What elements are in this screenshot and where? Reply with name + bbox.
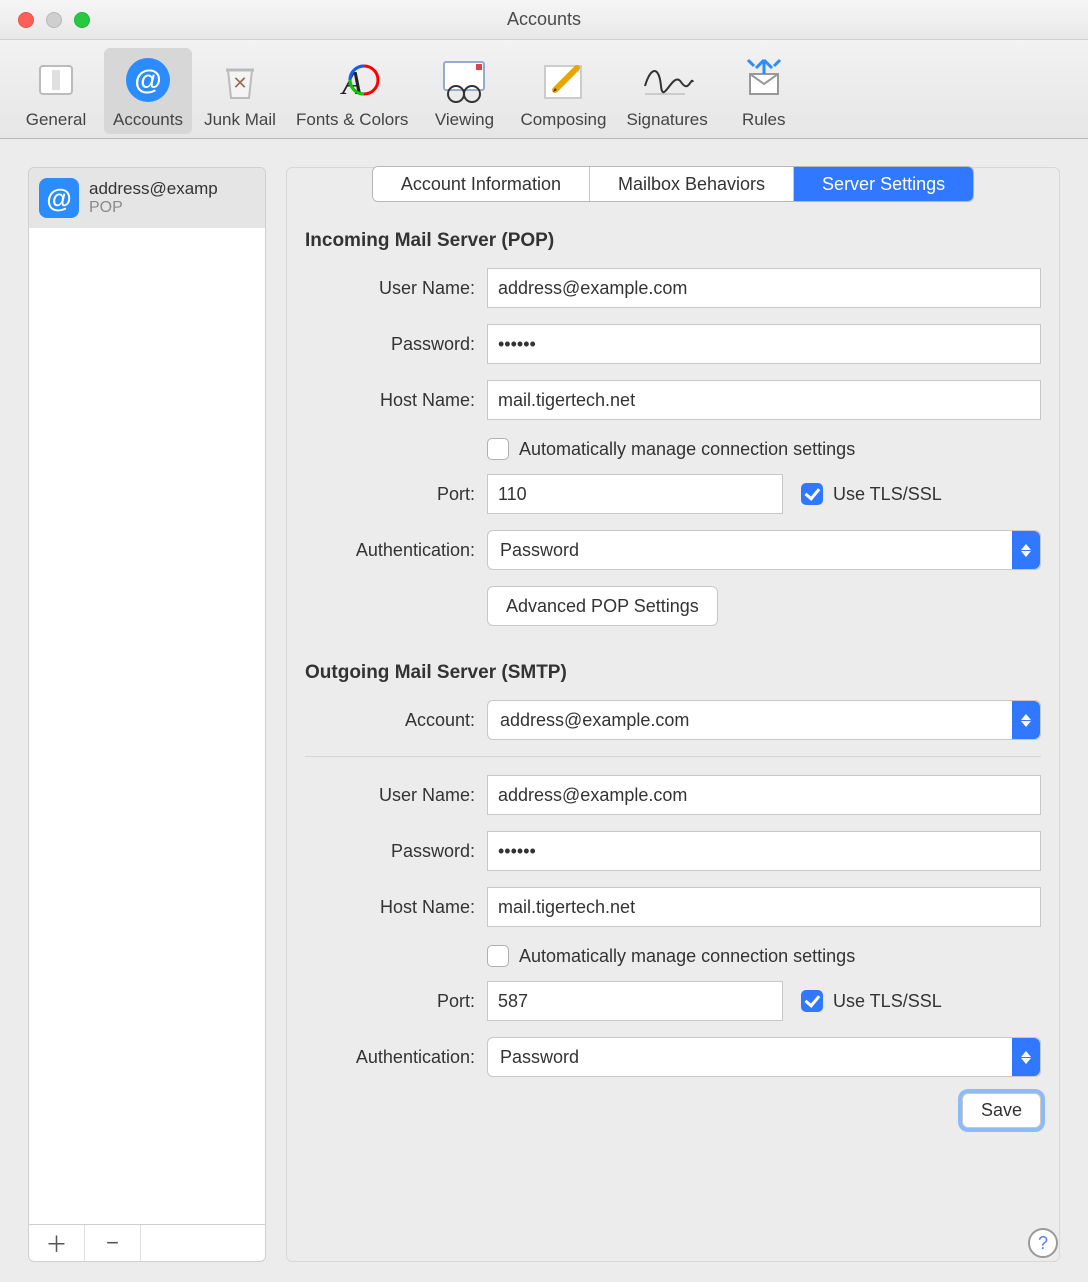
save-button[interactable]: Save <box>962 1093 1041 1128</box>
add-account-button[interactable]: ＋ <box>29 1225 85 1261</box>
fonts-colors-icon: A <box>324 52 380 108</box>
outgoing-port-input[interactable] <box>487 981 783 1021</box>
tab-bar: Account Information Mailbox Behaviors Se… <box>305 166 1041 202</box>
toolbar-accounts-label: Accounts <box>113 110 183 130</box>
toolbar-junk-mail[interactable]: ✕ Junk Mail <box>196 48 284 134</box>
divider <box>305 756 1041 757</box>
account-text: address@examp POP <box>89 179 218 217</box>
outgoing-password-label: Password: <box>305 841 475 862</box>
pencil-icon <box>535 52 591 108</box>
rules-icon <box>736 52 792 108</box>
outgoing-host-label: Host Name: <box>305 897 475 918</box>
incoming-username-label: User Name: <box>305 278 475 299</box>
outgoing-account-value: address@example.com <box>500 710 689 731</box>
window-controls <box>18 12 90 28</box>
signature-icon <box>639 52 695 108</box>
outgoing-auto-label: Automatically manage connection settings <box>519 946 855 967</box>
outgoing-account-select[interactable]: address@example.com <box>487 700 1041 740</box>
incoming-auth-value: Password <box>500 540 579 561</box>
account-type: POP <box>89 199 218 217</box>
toolbar-general[interactable]: General <box>12 48 100 134</box>
chevron-updown-icon <box>1012 531 1040 569</box>
switch-icon <box>28 52 84 108</box>
glasses-icon <box>436 52 492 108</box>
incoming-password-label: Password: <box>305 334 475 355</box>
outgoing-password-input[interactable] <box>487 831 1041 871</box>
incoming-heading: Incoming Mail Server (POP) <box>305 230 1041 252</box>
outgoing-account-label: Account: <box>305 710 475 731</box>
incoming-host-label: Host Name: <box>305 390 475 411</box>
toolbar-accounts[interactable]: @ Accounts <box>104 48 192 134</box>
tab-account-information[interactable]: Account Information <box>373 167 590 201</box>
incoming-host-input[interactable] <box>487 380 1041 420</box>
toolbar-fonts-label: Fonts & Colors <box>296 110 408 130</box>
at-icon: @ <box>39 178 79 218</box>
toolbar-viewing-label: Viewing <box>435 110 494 130</box>
titlebar: Accounts <box>0 0 1088 40</box>
incoming-password-input[interactable] <box>487 324 1041 364</box>
incoming-port-input[interactable] <box>487 474 783 514</box>
incoming-tls-label: Use TLS/SSL <box>833 484 942 505</box>
help-button[interactable]: ? <box>1028 1228 1058 1258</box>
toolbar-junk-label: Junk Mail <box>204 110 276 130</box>
sidebar-spacer <box>141 1225 265 1261</box>
outgoing-auth-label: Authentication: <box>305 1047 475 1068</box>
content-area: @ address@examp POP ＋ − Account Informat… <box>0 139 1088 1282</box>
toolbar-rules-label: Rules <box>742 110 785 130</box>
preferences-window: Accounts General @ Accounts ✕ Junk Mail … <box>0 0 1088 1282</box>
outgoing-username-label: User Name: <box>305 785 475 806</box>
tab-mailbox-behaviors[interactable]: Mailbox Behaviors <box>590 167 794 201</box>
accounts-sidebar: @ address@examp POP ＋ − <box>28 167 266 1262</box>
toolbar-viewing[interactable]: Viewing <box>420 48 508 134</box>
outgoing-heading: Outgoing Mail Server (SMTP) <box>305 662 1041 684</box>
tab-server-settings[interactable]: Server Settings <box>794 167 973 201</box>
toolbar-fonts-colors[interactable]: A Fonts & Colors <box>288 48 416 134</box>
outgoing-host-input[interactable] <box>487 887 1041 927</box>
zoom-window-button[interactable] <box>74 12 90 28</box>
incoming-auto-checkbox[interactable] <box>487 438 509 460</box>
settings-panel: Account Information Mailbox Behaviors Se… <box>286 167 1060 1262</box>
advanced-pop-settings-button[interactable]: Advanced POP Settings <box>487 586 718 626</box>
trash-icon: ✕ <box>212 52 268 108</box>
window-title: Accounts <box>0 9 1088 30</box>
svg-text:✕: ✕ <box>232 73 247 93</box>
incoming-port-label: Port: <box>305 484 475 505</box>
at-icon: @ <box>120 52 176 108</box>
incoming-auth-label: Authentication: <box>305 540 475 561</box>
preferences-toolbar: General @ Accounts ✕ Junk Mail A Fonts &… <box>0 40 1088 139</box>
outgoing-port-label: Port: <box>305 991 475 1012</box>
account-name: address@examp <box>89 179 218 199</box>
minimize-window-button[interactable] <box>46 12 62 28</box>
remove-account-button[interactable]: − <box>85 1225 141 1261</box>
account-row[interactable]: @ address@examp POP <box>29 168 265 228</box>
svg-text:@: @ <box>134 64 161 95</box>
close-window-button[interactable] <box>18 12 34 28</box>
incoming-username-input[interactable] <box>487 268 1041 308</box>
toolbar-composing-label: Composing <box>520 110 606 130</box>
outgoing-auth-value: Password <box>500 1047 579 1068</box>
outgoing-tls-label: Use TLS/SSL <box>833 991 942 1012</box>
toolbar-signatures[interactable]: Signatures <box>618 48 715 134</box>
outgoing-tls-checkbox[interactable] <box>801 990 823 1012</box>
accounts-list[interactable]: @ address@examp POP <box>28 167 266 1224</box>
toolbar-general-label: General <box>26 110 86 130</box>
outgoing-auth-select[interactable]: Password <box>487 1037 1041 1077</box>
toolbar-rules[interactable]: Rules <box>720 48 808 134</box>
outgoing-username-input[interactable] <box>487 775 1041 815</box>
incoming-auth-select[interactable]: Password <box>487 530 1041 570</box>
incoming-tls-checkbox[interactable] <box>801 483 823 505</box>
chevron-updown-icon <box>1012 1038 1040 1076</box>
sidebar-controls: ＋ − <box>28 1224 266 1262</box>
toolbar-composing[interactable]: Composing <box>512 48 614 134</box>
tab-segment: Account Information Mailbox Behaviors Se… <box>372 166 974 202</box>
outgoing-auto-checkbox[interactable] <box>487 945 509 967</box>
toolbar-signatures-label: Signatures <box>626 110 707 130</box>
chevron-updown-icon <box>1012 701 1040 739</box>
incoming-auto-label: Automatically manage connection settings <box>519 439 855 460</box>
